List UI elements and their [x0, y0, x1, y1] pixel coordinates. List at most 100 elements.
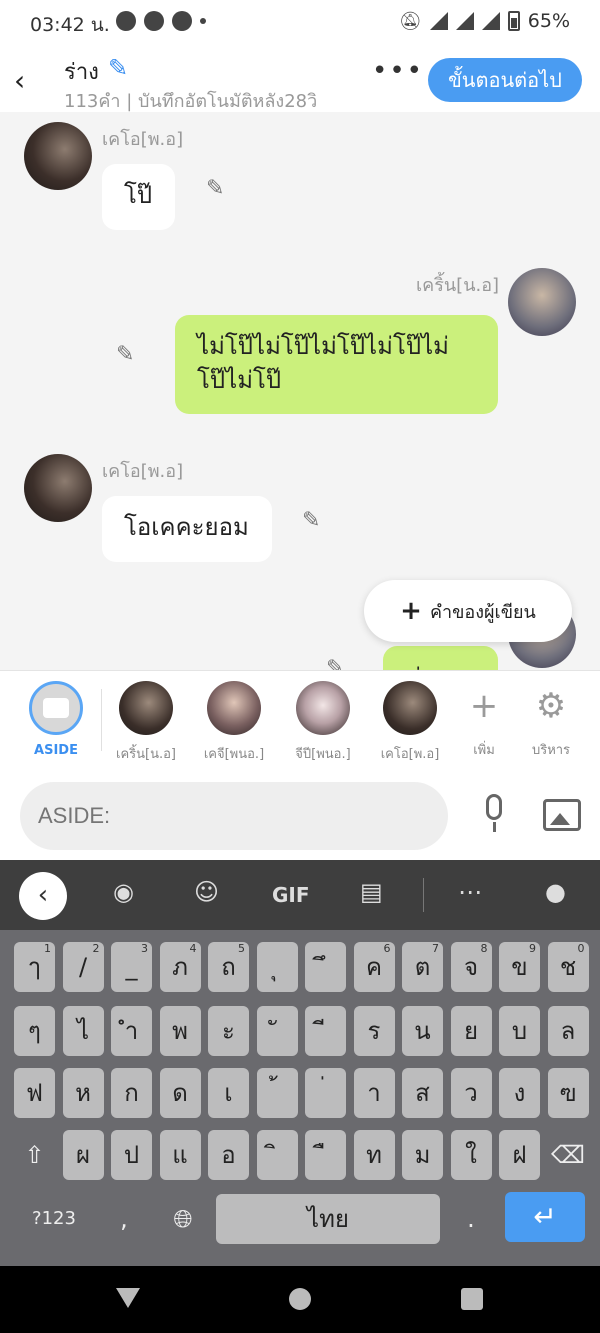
keyboard-key[interactable]: ย [450, 1006, 492, 1056]
manage-characters-button[interactable]: ⚙ บริหาร [516, 681, 586, 760]
avatar [296, 681, 350, 735]
character-item[interactable]: เคริ้น[น.อ] [103, 681, 189, 764]
avatar [119, 681, 173, 735]
keyboard-key[interactable]: ค6 [353, 942, 395, 992]
keyboard-key[interactable]: เ [208, 1068, 249, 1118]
aside-icon [29, 681, 83, 735]
keyboard-key[interactable]: /2 [62, 942, 104, 992]
author-note-button[interactable]: + คำของผู้เขียน [364, 580, 572, 642]
draft-title: ร่าง [64, 60, 99, 85]
next-step-button[interactable]: ขั้นตอนต่อไป [428, 58, 582, 102]
keyboard-key[interactable]: า [353, 1068, 395, 1118]
message-bubble[interactable]: โป๊ [102, 164, 175, 230]
keyboard-back-icon[interactable]: ‹ [19, 872, 67, 920]
keyboard-key[interactable]: ี [305, 1006, 346, 1056]
avatar[interactable] [508, 268, 576, 336]
character-item[interactable]: เคจี[พนอ.] [191, 681, 277, 764]
keyboard-key[interactable]: ก [111, 1068, 152, 1118]
back-arrow-icon[interactable]: ‹ [14, 64, 25, 97]
keyboard-key[interactable]: ภ4 [159, 942, 201, 992]
keyboard-key[interactable]: ด [159, 1068, 201, 1118]
character-item[interactable]: เคโอ[พ.อ] [367, 681, 453, 764]
keyboard-key[interactable]: พ [159, 1006, 201, 1056]
keyboard-key[interactable]: ๅ1 [14, 942, 55, 992]
keyboard-key[interactable]: ื [305, 1130, 346, 1180]
top-bar: ‹ ร่าง ✎ 113คำ | บันทึกอัตโนมัติหลัง28วิ… [0, 46, 600, 112]
edit-message-icon[interactable]: ✎ [116, 342, 134, 367]
keyboard-key[interactable]: ๆ [14, 1006, 55, 1056]
space-key[interactable]: ไทย [216, 1194, 440, 1244]
keyboard-key[interactable]: ้ [256, 1068, 298, 1118]
keyboard-key[interactable]: ช0 [547, 942, 589, 992]
keyboard-key[interactable]: ห [62, 1068, 104, 1118]
keyboard-key[interactable]: จ8 [450, 942, 492, 992]
nav-back-icon[interactable] [116, 1288, 140, 1308]
keyboard-key[interactable]: ะ [208, 1006, 249, 1056]
keyboard-key[interactable]: ง [499, 1068, 540, 1118]
gif-button[interactable]: GIF [272, 883, 310, 907]
keyboard-key[interactable]: ุ [256, 942, 298, 992]
keyboard-key[interactable]: แ [159, 1130, 201, 1180]
message-bubble[interactable]: โอเคคะยอม [102, 496, 272, 562]
keyboard-key[interactable]: ฝ [499, 1130, 540, 1180]
backspace-key[interactable]: ⌫ [548, 1130, 589, 1180]
keyboard-key[interactable]: ไ [62, 1006, 104, 1056]
keyboard-key[interactable]: ฃ [547, 1068, 589, 1118]
keyboard-key[interactable]: ถ5 [208, 942, 249, 992]
image-icon[interactable] [543, 799, 581, 831]
keyboard-key[interactable]: ป [111, 1130, 152, 1180]
nav-recents-icon[interactable] [461, 1288, 483, 1310]
sender-name: เคโอ[พ.อ] [102, 129, 184, 150]
keyboard-key[interactable]: ท [353, 1130, 395, 1180]
draft-stats: 113คำ | บันทึกอัตโนมัติหลัง28วิ [64, 91, 318, 112]
keyboard-key[interactable]: ่ [305, 1068, 346, 1118]
enter-key[interactable]: ↵ [505, 1192, 585, 1242]
edit-title-icon[interactable]: ✎ [108, 54, 128, 82]
keyboard-key[interactable]: ข9 [499, 942, 540, 992]
palette-icon[interactable]: ◉ [113, 878, 134, 906]
keyboard-key[interactable]: ฟ [14, 1068, 55, 1118]
character-aside[interactable]: ASIDE [13, 681, 99, 758]
keyboard-key[interactable]: ม [402, 1130, 443, 1180]
keyboard-key[interactable]: ว [450, 1068, 492, 1118]
sticker-icon[interactable]: ☺ [194, 878, 219, 906]
keyboard-key[interactable]: ผ [62, 1130, 104, 1180]
edit-message-icon[interactable]: ✎ [326, 656, 344, 670]
numbers-key[interactable]: ?123 [14, 1194, 94, 1244]
keyboard-key[interactable]: ำ [111, 1006, 152, 1056]
shift-key[interactable]: ⇧ [14, 1130, 55, 1180]
keyboard-key[interactable]: ั [256, 1006, 298, 1056]
nav-home-icon[interactable] [289, 1288, 311, 1310]
edit-message-icon[interactable]: ✎ [206, 176, 224, 201]
message-bubble[interactable]: ไม่โป๊ไม่โป๊ไม่โป๊ไม่โป๊ไม่โป๊ไม่โป๊ [175, 315, 498, 414]
chat-notification-icon [116, 11, 136, 31]
more-options-icon[interactable]: ••• [372, 56, 424, 86]
microphone-icon[interactable] [474, 794, 514, 834]
message-bubble[interactable]: ค่ะ [383, 646, 498, 670]
character-item[interactable]: จีปี[พนอ.] [280, 681, 366, 764]
message-input[interactable] [20, 782, 448, 850]
globe-icon[interactable]: 🌐︎ [158, 1194, 208, 1244]
comma-key[interactable]: , [104, 1194, 144, 1244]
navigation-bar [0, 1266, 600, 1333]
keyboard-key[interactable]: ึ [305, 942, 346, 992]
keyboard-key[interactable]: ใ [450, 1130, 492, 1180]
voice-input-icon[interactable]: ● [545, 878, 566, 906]
period-key[interactable]: . [446, 1194, 496, 1244]
keyboard-key[interactable]: ต7 [402, 942, 443, 992]
add-character-button[interactable]: + เพิ่ม [449, 681, 519, 760]
signal-icon-2 [481, 12, 500, 30]
more-icon[interactable]: ⋯ [458, 878, 482, 906]
keyboard-key[interactable]: _ 3 [111, 942, 152, 992]
keyboard-key[interactable]: ร [353, 1006, 395, 1056]
keyboard-key[interactable]: ิ [256, 1130, 298, 1180]
keyboard-key[interactable]: น [402, 1006, 443, 1056]
keyboard-key[interactable]: ล [547, 1006, 589, 1056]
avatar[interactable] [24, 122, 92, 190]
keyboard-key[interactable]: อ [208, 1130, 249, 1180]
avatar[interactable] [24, 454, 92, 522]
clipboard-icon[interactable]: ▤ [360, 878, 383, 906]
keyboard-key[interactable]: ส [402, 1068, 443, 1118]
keyboard-key[interactable]: บ [499, 1006, 540, 1056]
edit-message-icon[interactable]: ✎ [302, 508, 320, 533]
